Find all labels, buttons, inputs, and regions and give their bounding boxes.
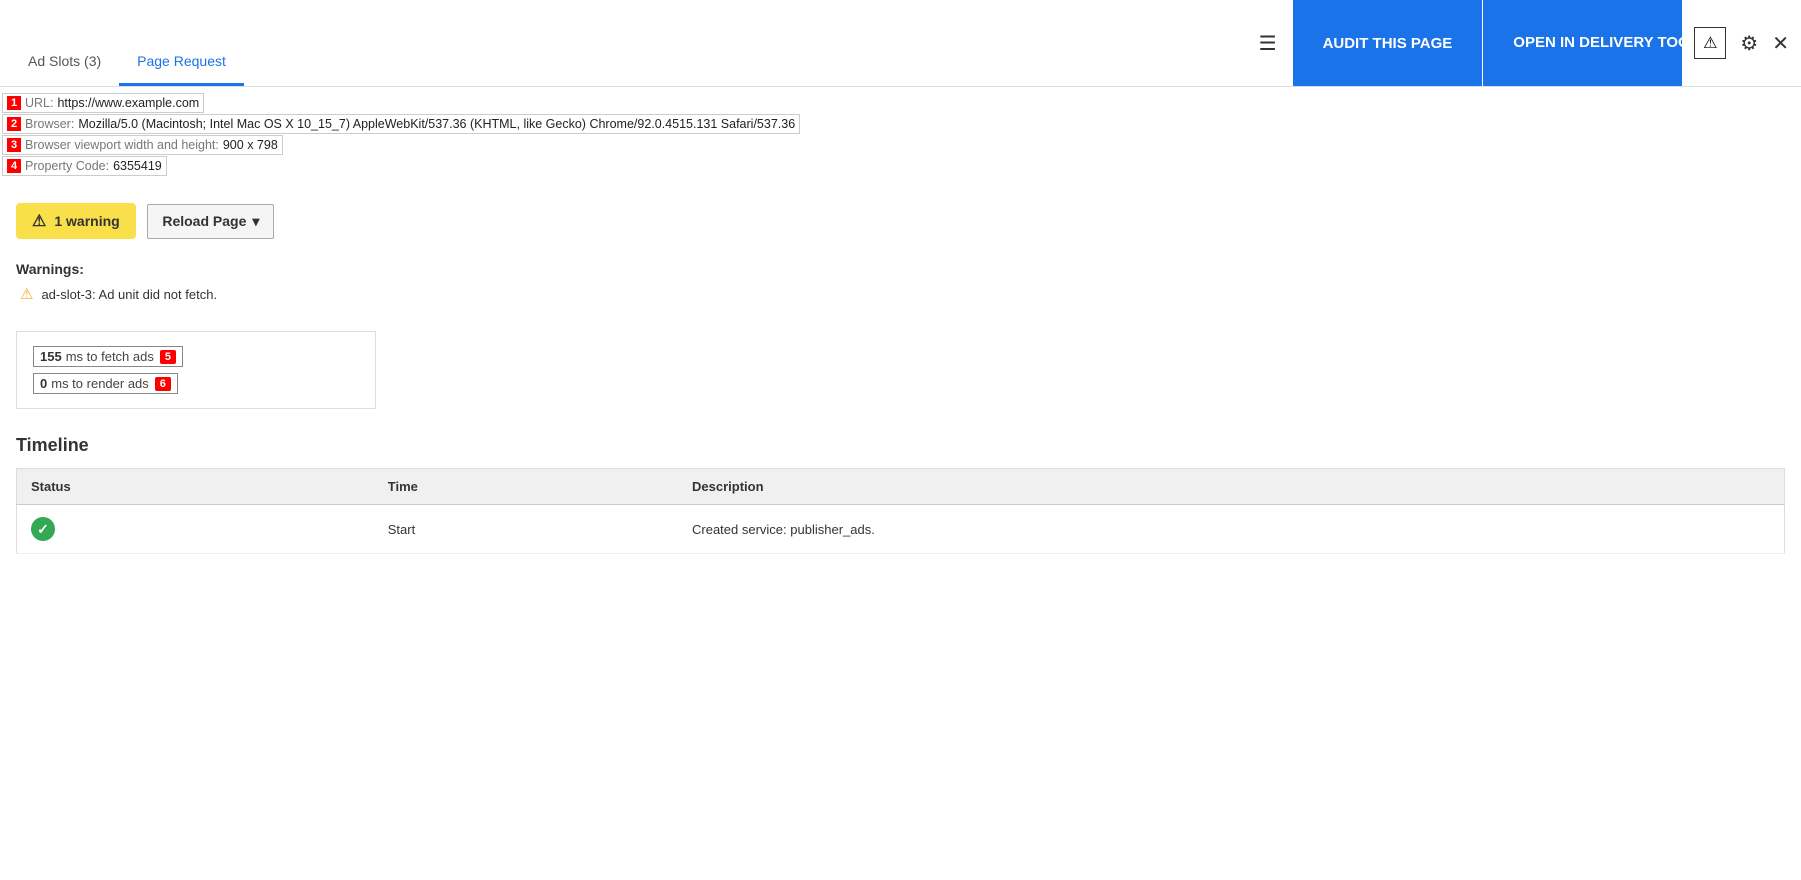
timeline-body: StartCreated service: publisher_ads. [17, 505, 1785, 554]
status-check-icon [31, 517, 55, 541]
stat-label: ms to fetch ads [66, 349, 154, 364]
timeline-header-row: Status Time Description [17, 469, 1785, 505]
info-row: 2 Browser: Mozilla/5.0 (Macintosh; Intel M… [2, 114, 800, 134]
col-description: Description [678, 469, 1785, 505]
stat-badge: 5 [160, 350, 176, 364]
reload-page-label: Reload Page [162, 213, 246, 229]
warning-icon: ⚠ [32, 211, 46, 231]
warning-item: ⚠ ad-slot-3: Ad unit did not fetch. [20, 285, 1785, 303]
info-value: 6355419 [113, 159, 162, 173]
stat-badge: 6 [155, 377, 171, 391]
warning-item-text: ad-slot-3: Ad unit did not fetch. [41, 287, 217, 302]
warnings-block: Warnings: ⚠ ad-slot-3: Ad unit did not fe… [0, 249, 1801, 315]
timeline-section: Timeline Status Time Description StartCr… [0, 425, 1801, 564]
reload-page-button[interactable]: Reload Page ▾ [147, 204, 274, 239]
header-icons: ⚠ ⚙ ✕ [1682, 0, 1801, 86]
stat-value: 155 [40, 349, 62, 364]
warning-badge: ⚠ 1 warning [16, 203, 136, 239]
close-icon: ✕ [1772, 33, 1789, 55]
warning-section: ⚠ 1 warning Reload Page ▾ [0, 183, 1801, 249]
col-time: Time [374, 469, 678, 505]
info-value: https://www.example.com [57, 96, 199, 110]
message-icon: ⚠ [1703, 33, 1717, 53]
info-value: 900 x 798 [223, 138, 278, 152]
warnings-title: Warnings: [16, 261, 1785, 277]
info-label: Browser viewport width and height: [25, 138, 219, 152]
settings-icon-button[interactable]: ⚙ [1740, 31, 1758, 56]
chevron-down-icon: ▾ [252, 213, 259, 230]
info-row: 3 Browser viewport width and height: 900 x… [2, 135, 283, 155]
info-row: 4 Property Code: 6355419 [2, 156, 167, 176]
info-row-number: 1 [7, 96, 21, 110]
gear-icon: ⚙ [1740, 33, 1758, 55]
stat-row: 0 ms to render ads 6 [33, 373, 178, 394]
info-value: Mozilla/5.0 (Macintosh; Intel Mac OS X 1… [78, 117, 795, 131]
info-row-number: 3 [7, 138, 21, 152]
tab-bar: Ad Slots (3) Page Request [0, 0, 1243, 86]
stats-box: 155 ms to fetch ads 5 0 ms to render ads 6 [16, 331, 376, 409]
tab-page-request[interactable]: Page Request [119, 43, 244, 86]
timeline-description-cell: Created service: publisher_ads. [678, 505, 1785, 554]
open-in-delivery-tools-button[interactable]: OPEN IN DELIVERY TOOLS [1482, 0, 1682, 86]
timeline-time-cell: Start [374, 505, 678, 554]
audit-this-page-button[interactable]: AUDIT THIS PAGE [1293, 0, 1483, 86]
info-label: URL: [25, 96, 53, 110]
menu-icon[interactable]: ☰ [1243, 0, 1293, 86]
col-status: Status [17, 469, 374, 505]
message-icon-button[interactable]: ⚠ [1694, 27, 1726, 59]
info-label: Browser: [25, 117, 74, 131]
info-row: 1 URL: https://www.example.com [2, 93, 204, 113]
timeline-title: Timeline [16, 435, 1785, 456]
timeline-table: Status Time Description StartCreated ser… [16, 468, 1785, 554]
warnings-list: ⚠ ad-slot-3: Ad unit did not fetch. [16, 285, 1785, 303]
table-row: StartCreated service: publisher_ads. [17, 505, 1785, 554]
info-label: Property Code: [25, 159, 109, 173]
header: Ad Slots (3) Page Request ☰ AUDIT THIS P… [0, 0, 1801, 87]
stat-label: ms to render ads [51, 376, 149, 391]
tab-ad-slots[interactable]: Ad Slots (3) [10, 43, 119, 86]
warning-badge-label: 1 warning [54, 213, 119, 229]
warning-item-icon: ⚠ [20, 285, 33, 303]
info-row-number: 4 [7, 159, 21, 173]
stat-value: 0 [40, 376, 47, 391]
header-actions: AUDIT THIS PAGE OPEN IN DELIVERY TOOLS [1293, 0, 1683, 86]
stat-row: 155 ms to fetch ads 5 [33, 346, 183, 367]
timeline-status-cell [17, 505, 374, 554]
info-row-number: 2 [7, 117, 21, 131]
close-icon-button[interactable]: ✕ [1772, 31, 1789, 56]
info-section: 1 URL: https://www.example.com 2 Browser: Moz… [0, 87, 1801, 183]
